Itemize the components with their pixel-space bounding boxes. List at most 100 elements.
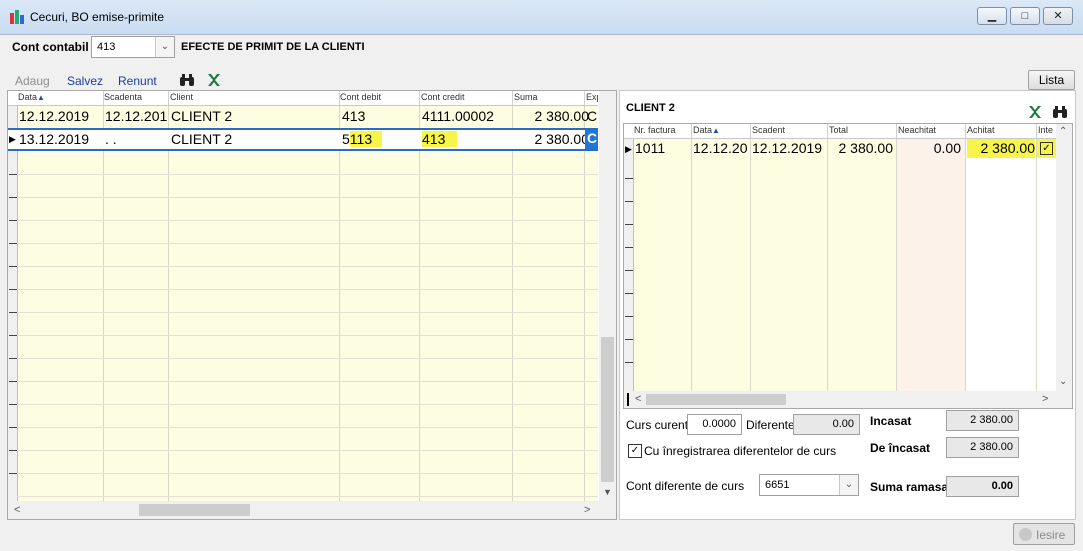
scroll-thumb[interactable] <box>139 504 250 516</box>
maximize-icon: □ <box>1021 10 1029 22</box>
row-indicator-column <box>8 106 18 501</box>
invoice-grid-header: Nr. factura Data▲ Scadent Total Neachita… <box>624 124 1056 139</box>
curs-input[interactable]: 0.0000 <box>687 414 742 435</box>
cell-data[interactable]: 13.12.2019 <box>19 131 89 147</box>
col-header-data[interactable]: Data▲ <box>693 125 720 135</box>
scroll-right-icon[interactable]: > <box>584 504 590 516</box>
suma-ramasa-value: 0.00 <box>946 476 1019 497</box>
cont-diferente-label: Cont diferente de curs <box>626 479 745 493</box>
cell-cont-debit[interactable]: 413 <box>342 108 365 124</box>
cell-data[interactable]: 12.12.2019 <box>19 108 89 124</box>
col-header-exp[interactable]: Exp <box>586 92 598 102</box>
diferente-curs-checkbox[interactable]: ✓ <box>628 444 642 458</box>
cell-scadenta[interactable]: . . <box>105 131 117 147</box>
diferente-value: 0.00 <box>793 414 860 435</box>
suma-ramasa-label: Suma ramasa <box>870 480 949 494</box>
save-link[interactable]: Salvez <box>67 74 103 88</box>
client-title: CLIENT 2 <box>626 102 675 114</box>
left-vertical-scrollbar[interactable]: ▼ <box>599 91 616 501</box>
table-row-selected[interactable]: ▶ 13.12.2019 . . CLIENT 2 5113 413 2 380… <box>8 128 598 151</box>
cont-diferente-combo[interactable]: 6651 ⌄ <box>759 474 859 496</box>
scroll-thumb[interactable] <box>601 337 614 482</box>
cell-cont-debit[interactable]: 5113 <box>342 131 383 147</box>
integral-checkbox[interactable]: ✓ <box>1040 142 1053 155</box>
col-header-neachitat[interactable]: Neachitat <box>898 125 936 135</box>
exit-icon <box>1019 528 1032 541</box>
table-row[interactable]: 12.12.2019 12.12.201 CLIENT 2 413 4111.0… <box>17 106 598 128</box>
col-header-client[interactable]: Client <box>170 92 193 102</box>
col-header-nr-factura[interactable]: Nr. factura <box>634 125 676 135</box>
left-horizontal-scrollbar[interactable]: < > <box>8 501 616 519</box>
scroll-down-icon[interactable]: ⌄ <box>1059 376 1067 387</box>
add-link[interactable]: Adaug <box>15 74 50 88</box>
exit-button[interactable]: Iesire <box>1013 523 1075 545</box>
row-indicator-column <box>624 139 634 391</box>
col-header-scadenta[interactable]: Scadenta <box>104 92 142 102</box>
invoice-row[interactable]: ▶ 1011 12.12.20 12.12.2019 2 380.00 0.00… <box>624 139 1056 159</box>
chevron-down-icon[interactable]: ⌄ <box>155 37 174 57</box>
current-row-arrow-icon: ▶ <box>9 134 16 144</box>
minimize-button[interactable]: ▁ <box>977 7 1007 25</box>
excel-export-icon[interactable] <box>1027 104 1043 120</box>
diferente-curs-checkbox-label[interactable]: Cu înregistrarea diferentelor de curs <box>644 444 836 458</box>
exit-label: Iesire <box>1036 528 1066 542</box>
account-label: Cont contabil <box>12 40 89 54</box>
cell-scadent[interactable]: 12.12.2019 <box>752 140 822 156</box>
left-grid-header: Data▲ Scadenta Client Cont debit Cont cr… <box>8 91 598 106</box>
cell-exp[interactable]: C <box>585 130 598 149</box>
left-grid-body <box>17 106 598 501</box>
cell-suma[interactable]: 2 380.00 <box>515 131 590 147</box>
cell-cont-credit[interactable]: 4111.00002 <box>422 108 494 124</box>
right-panel: CLIENT 2 Nr. factura Data▲ Scadent Total… <box>619 90 1076 520</box>
cell-scadenta[interactable]: 12.12.201 <box>105 108 171 124</box>
col-header-achitat[interactable]: Achitat <box>967 125 995 135</box>
invoice-vertical-scrollbar[interactable]: ⌃ ⌄ <box>1056 124 1072 391</box>
current-row-arrow-icon: ▶ <box>625 144 632 154</box>
col-header-suma[interactable]: Suma <box>514 92 538 102</box>
cell-nr-factura[interactable]: 1011 <box>635 140 665 156</box>
invoice-horizontal-scrollbar[interactable]: < > <box>624 391 1072 408</box>
maximize-button[interactable]: □ <box>1010 7 1040 25</box>
col-header-data[interactable]: Data▲ <box>18 92 45 102</box>
cont-diferente-value: 6651 <box>765 479 790 491</box>
scroll-right-icon[interactable]: > <box>1042 393 1048 405</box>
minimize-icon: ▁ <box>987 10 997 22</box>
col-header-scadent[interactable]: Scadent <box>752 125 785 135</box>
account-combo[interactable]: 413 ⌄ <box>91 36 175 58</box>
cell-exp[interactable]: C <box>587 108 598 124</box>
cell-data[interactable]: 12.12.20 <box>693 140 749 156</box>
cell-client[interactable]: CLIENT 2 <box>171 131 232 147</box>
incasat-value: 2 380.00 <box>946 410 1019 431</box>
cell-neachitat[interactable]: 0.00 <box>897 140 961 156</box>
binoculars-icon[interactable] <box>179 72 195 88</box>
scroll-up-icon[interactable]: ⌃ <box>1059 126 1067 137</box>
cell-suma[interactable]: 2 380.00 <box>515 108 590 124</box>
scroll-down-icon[interactable]: ▼ <box>603 487 612 497</box>
chevron-down-icon[interactable]: ⌄ <box>839 475 858 495</box>
account-value: 413 <box>97 41 116 53</box>
title-bar: Cecuri, BO emise-primite ▁ □ ✕ <box>0 0 1083 35</box>
app-icon <box>10 10 24 24</box>
scroll-left-icon[interactable]: < <box>14 504 20 516</box>
cancel-link[interactable]: Renunt <box>118 74 157 88</box>
sort-ascending-icon: ▲ <box>712 126 720 135</box>
invoice-grid: Nr. factura Data▲ Scadent Total Neachita… <box>623 123 1073 409</box>
incasat-label: Incasat <box>870 414 912 428</box>
scroll-thumb[interactable] <box>646 394 786 405</box>
col-header-cont-debit[interactable]: Cont debit <box>340 92 381 102</box>
col-header-inte[interactable]: Inte <box>1038 125 1056 135</box>
de-incasat-value: 2 380.00 <box>946 437 1019 458</box>
excel-export-icon[interactable] <box>206 72 222 88</box>
cell-total[interactable]: 2 380.00 <box>828 140 894 156</box>
list-button[interactable]: Lista <box>1028 70 1075 90</box>
cell-cont-credit[interactable]: 413 <box>422 131 458 147</box>
cell-achitat[interactable]: 2 380.00 <box>967 139 1035 158</box>
col-header-total[interactable]: Total <box>829 125 848 135</box>
scroll-left-icon[interactable]: < <box>635 393 641 405</box>
close-button[interactable]: ✕ <box>1043 7 1073 25</box>
diferente-label: Diferente <box>746 418 795 432</box>
col-header-cont-credit[interactable]: Cont credit <box>421 92 465 102</box>
binoculars-icon[interactable] <box>1052 104 1068 120</box>
cell-client[interactable]: CLIENT 2 <box>171 108 232 124</box>
curs-label: Curs curent <box>626 418 689 432</box>
